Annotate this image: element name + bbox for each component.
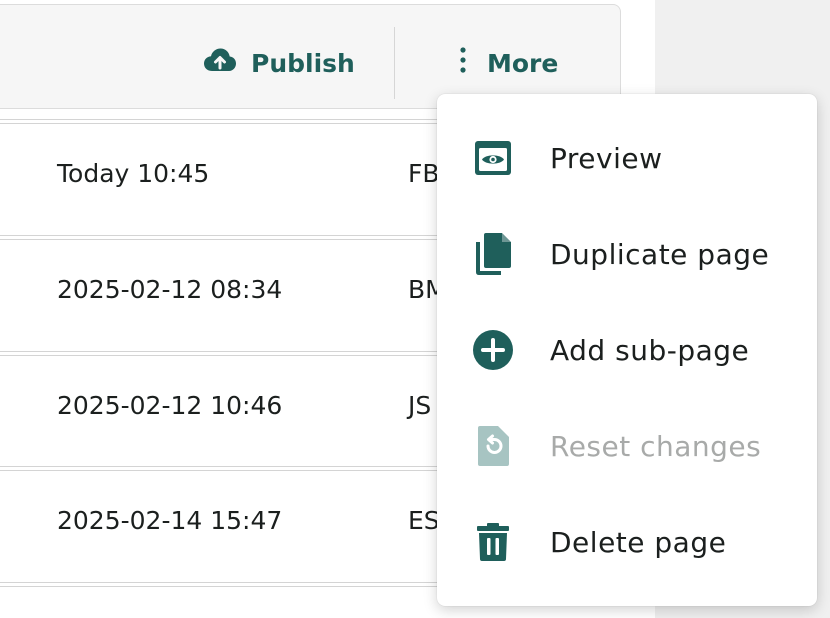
- user-cell: ES: [408, 506, 440, 535]
- more-button[interactable]: More: [453, 45, 558, 81]
- menu-item-label: Reset changes: [550, 429, 762, 463]
- menu-item-delete-page[interactable]: Delete page: [437, 494, 817, 590]
- toolbar-divider: [394, 27, 395, 99]
- cloud-upload-icon: [203, 47, 237, 79]
- user-cell: FB: [408, 159, 440, 188]
- modified-cell: 2025-02-12 10:46: [57, 391, 283, 420]
- publish-button[interactable]: Publish: [203, 45, 355, 81]
- modified-cell: 2025-02-14 15:47: [57, 506, 283, 535]
- menu-item-label: Preview: [550, 141, 663, 175]
- trash-icon: [471, 520, 515, 564]
- more-label: More: [487, 48, 559, 78]
- menu-item-preview[interactable]: Preview: [437, 110, 817, 206]
- menu-item-add-sub-page[interactable]: Add sub-page: [437, 302, 817, 398]
- eye-icon: [471, 136, 515, 180]
- menu-item-label: Delete page: [550, 525, 727, 559]
- more-menu: Preview Duplicate page Add sub-page Rese…: [437, 94, 817, 606]
- reset-icon: [471, 424, 515, 468]
- plus-circle-icon: [471, 328, 515, 372]
- menu-item-label: Duplicate page: [550, 237, 770, 271]
- modified-cell: 2025-02-12 08:34: [57, 275, 283, 304]
- modified-cell: Today 10:45: [57, 159, 210, 188]
- menu-item-duplicate-page[interactable]: Duplicate page: [437, 206, 817, 302]
- copy-icon: [471, 232, 515, 276]
- menu-item-reset-changes[interactable]: Reset changes: [437, 398, 817, 494]
- publish-label: Publish: [251, 48, 355, 78]
- user-cell: JS: [408, 391, 432, 420]
- vertical-dots-icon: [453, 46, 473, 80]
- menu-item-label: Add sub-page: [550, 333, 750, 367]
